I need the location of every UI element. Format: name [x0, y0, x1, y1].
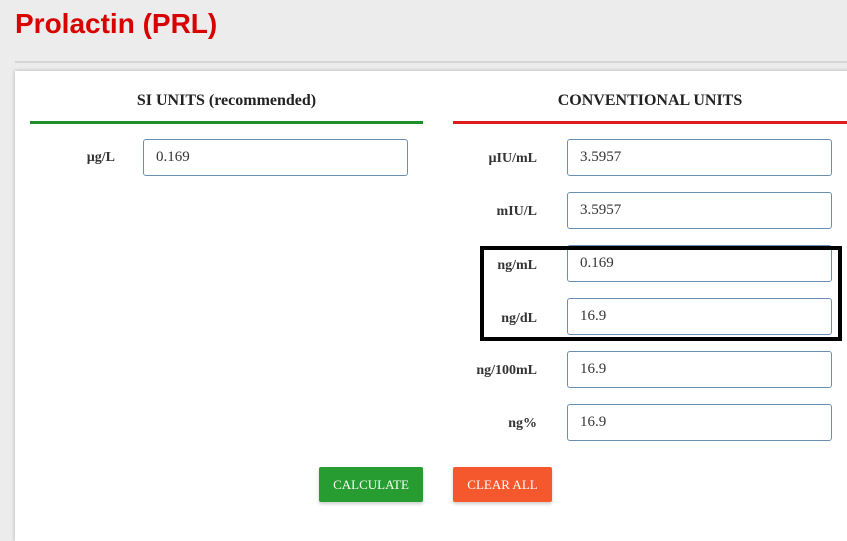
input-ng-percent[interactable]: 16.9 — [567, 404, 832, 441]
clear-all-button[interactable]: CLEAR ALL — [453, 467, 552, 502]
unit-label-ug-l: µg/L — [86, 150, 115, 165]
header-divider — [15, 61, 847, 63]
unit-label-uiu-ml: µIU/mL — [488, 151, 537, 166]
conventional-title-underline — [453, 121, 847, 124]
converter-card: SI UNITS (recommended) CONVENTIONAL UNIT… — [15, 71, 847, 541]
input-uiu-ml[interactable]: 3.5957 — [567, 139, 832, 176]
unit-label-ng-percent: ng% — [508, 416, 537, 431]
si-section-title: SI UNITS (recommended) — [136, 92, 317, 109]
conventional-section-title: CONVENTIONAL UNITS — [557, 92, 743, 109]
page-title: Prolactin (PRL) — [15, 8, 218, 39]
unit-label-ng-100ml: ng/100mL — [476, 363, 537, 378]
calculate-button[interactable]: CALCULATE — [319, 467, 423, 502]
highlight-box — [480, 246, 842, 341]
input-ng-100ml[interactable]: 16.9 — [567, 351, 832, 388]
input-miu-l[interactable]: 3.5957 — [567, 192, 832, 229]
unit-label-miu-l: mIU/L — [496, 204, 537, 219]
si-title-underline — [30, 121, 423, 124]
input-ug-l[interactable]: 0.169 — [143, 139, 408, 176]
